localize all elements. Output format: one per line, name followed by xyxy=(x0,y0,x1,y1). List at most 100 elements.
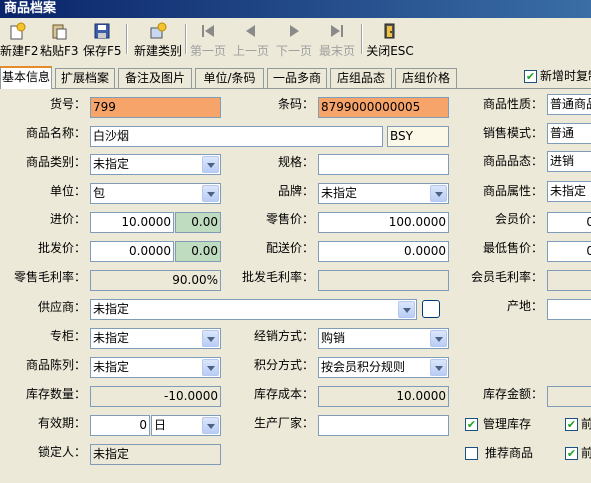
sale-mode-field[interactable]: 普通 xyxy=(547,123,591,144)
new-category-button[interactable]: 新建类别 xyxy=(133,22,183,60)
new-icon xyxy=(10,22,26,40)
tab-multi-vendor[interactable]: 一品多商 xyxy=(267,68,327,88)
toolbar: 新建F2 粘贴F3 保存F5 新建类别 第一页 上一页 下一页 最末页 关闭ES… xyxy=(0,18,591,62)
stock-cost-field: 10.0000 xyxy=(318,386,449,407)
chevron-down-icon[interactable] xyxy=(202,330,219,347)
brand-select[interactable]: 未指定 xyxy=(318,183,449,204)
chevron-down-icon[interactable] xyxy=(430,185,447,202)
chevron-down-icon[interactable] xyxy=(202,156,219,173)
unit-select[interactable]: 包 xyxy=(90,183,221,204)
chevron-down-icon[interactable] xyxy=(398,301,415,318)
counter-select[interactable]: 未指定 xyxy=(90,328,221,349)
name-label: 商品名称： xyxy=(25,126,86,140)
tab-unit-barcode[interactable]: 单位/条码 xyxy=(195,68,264,88)
new-button[interactable]: 新建F2 xyxy=(0,22,39,60)
spec-field[interactable] xyxy=(318,154,449,175)
status-field[interactable]: 进销 xyxy=(547,151,591,172)
member-price-label: 会员价： xyxy=(494,212,543,226)
last-page-button[interactable]: 最末页 xyxy=(317,22,357,60)
unit-value: 包 xyxy=(93,186,106,200)
retail-margin-label: 零售毛利率： xyxy=(13,270,86,284)
toolbar-separator xyxy=(126,24,128,54)
retail-label: 零售价： xyxy=(265,212,314,226)
points-select[interactable]: 按会员积分规则 xyxy=(318,357,449,378)
supplier-select[interactable]: 未指定 xyxy=(90,299,417,320)
delivery-field[interactable]: 0.0000 xyxy=(318,241,449,262)
cost-extra-field[interactable]: 0.00 xyxy=(175,212,221,233)
retail-field[interactable]: 100.0000 xyxy=(318,212,449,233)
brand-label: 品牌： xyxy=(277,184,314,198)
tab-store-status[interactable]: 店组品态 xyxy=(330,68,392,88)
chevron-down-icon[interactable] xyxy=(202,185,219,202)
category-value: 未指定 xyxy=(93,157,130,171)
copy-on-new-label: 新增时复制 xyxy=(540,69,591,83)
maker-field[interactable] xyxy=(318,415,449,436)
retail-margin-field: 90.00% xyxy=(90,270,221,291)
manage-stock-checkbox[interactable]: ✔ xyxy=(465,418,478,431)
last-page-icon xyxy=(331,25,343,37)
expiry-unit-select[interactable]: 日 xyxy=(151,415,221,436)
front-checkbox-2[interactable]: ✔ xyxy=(565,447,578,460)
wholesale-field[interactable]: 0.0000 xyxy=(90,241,174,262)
display-label: 商品陈列： xyxy=(25,358,86,372)
goods-no-label: 货号： xyxy=(49,97,86,111)
name-field[interactable]: 白沙烟 xyxy=(90,126,383,147)
next-page-button[interactable]: 下一页 xyxy=(274,22,314,60)
window-title-bar: 商品档案 xyxy=(0,0,591,18)
min-price-field[interactable]: 0 xyxy=(547,241,591,262)
exit-icon xyxy=(384,23,395,39)
chevron-down-icon[interactable] xyxy=(430,359,447,376)
category-label: 商品类别： xyxy=(25,155,86,169)
supplier-value: 未指定 xyxy=(93,302,130,316)
attr-field[interactable]: 未指定 xyxy=(547,181,591,202)
close-button[interactable]: 关闭ESC xyxy=(366,22,414,60)
spec-label: 规格： xyxy=(277,155,314,169)
biz-mode-value: 购销 xyxy=(321,331,346,345)
chevron-down-icon[interactable] xyxy=(202,417,219,434)
prev-page-icon xyxy=(246,25,255,37)
tab-basic-info[interactable]: 基本信息 xyxy=(0,66,52,89)
stock-amt-field xyxy=(547,386,591,407)
status-label: 商品品态： xyxy=(482,154,543,168)
member-price-field[interactable]: 0 xyxy=(547,212,591,233)
nature-field[interactable]: 普通商品 xyxy=(547,94,591,115)
name-code-field[interactable]: BSY xyxy=(387,126,449,147)
save-button[interactable]: 保存F5 xyxy=(83,22,122,60)
tab-extended[interactable]: 扩展档案 xyxy=(55,68,115,88)
biz-mode-select[interactable]: 购销 xyxy=(318,328,449,349)
recommend-checkbox[interactable] xyxy=(465,447,478,460)
origin-field[interactable] xyxy=(547,299,591,320)
save-icon xyxy=(94,23,110,39)
front-label-1: 前 xyxy=(581,417,591,431)
supplier-browse-button[interactable] xyxy=(422,300,440,318)
unit-label: 单位： xyxy=(49,184,86,198)
toolbar-separator xyxy=(185,24,187,54)
copy-on-new-checkbox[interactable]: ✔ xyxy=(524,70,537,83)
wholesale-label: 批发价： xyxy=(37,241,86,255)
paste-button[interactable]: 粘贴F3 xyxy=(40,22,79,60)
barcode-field[interactable]: 8799000000005 xyxy=(318,97,449,118)
counter-label: 专柜： xyxy=(49,329,86,343)
category-select[interactable]: 未指定 xyxy=(90,154,221,175)
goods-no-field[interactable]: 799 xyxy=(90,97,221,118)
tab-notes-images[interactable]: 备注及图片 xyxy=(118,68,192,88)
locker-label: 锁定人： xyxy=(37,445,86,459)
wholesale-margin-field xyxy=(318,270,449,291)
next-page-icon xyxy=(290,25,299,37)
front-checkbox-1[interactable]: ✔ xyxy=(565,418,578,431)
window-title: 商品档案 xyxy=(4,1,57,16)
cost-field[interactable]: 10.0000 xyxy=(90,212,174,233)
expiry-field[interactable]: 0 xyxy=(90,415,150,436)
expiry-unit-value: 日 xyxy=(154,418,167,432)
first-page-button[interactable]: 第一页 xyxy=(188,22,228,60)
tab-store-price[interactable]: 店组价格 xyxy=(395,68,457,88)
min-price-label: 最低售价： xyxy=(482,241,543,255)
chevron-down-icon[interactable] xyxy=(202,359,219,376)
stock-amt-label: 库存金额： xyxy=(482,387,543,401)
chevron-down-icon[interactable] xyxy=(430,330,447,347)
display-select[interactable]: 未指定 xyxy=(90,357,221,378)
prev-page-button[interactable]: 上一页 xyxy=(231,22,271,60)
stock-qty-label: 库存数量： xyxy=(25,387,86,401)
wholesale-extra-field[interactable]: 0.00 xyxy=(175,241,221,262)
recommend-label: 推荐商品 xyxy=(485,446,534,460)
